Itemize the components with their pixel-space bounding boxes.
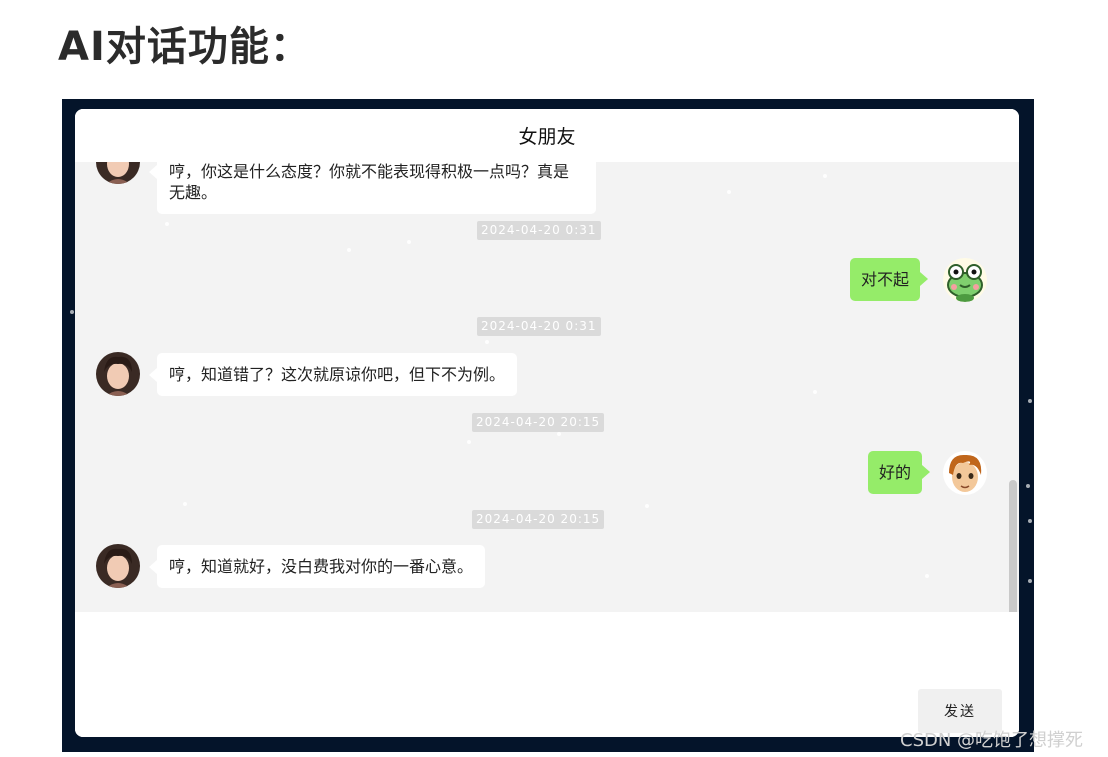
app-frame: 女朋友 哼，你这是什么态度？你就不能表现得积极一点吗？真是无趣。 2024-04… xyxy=(62,99,1034,752)
snow-dot xyxy=(823,174,827,178)
page-heading: AI对话功能： xyxy=(58,24,311,70)
message-bubble: 哼，知道就好，没白费我对你的一番心意。 xyxy=(148,545,486,588)
message-timestamp: 2024-04-20 20:15 xyxy=(472,510,605,529)
snow-dot xyxy=(70,310,74,314)
snow-dot xyxy=(165,222,169,226)
girlfriend-avatar xyxy=(96,162,140,184)
message-bubble: 好的 xyxy=(868,451,931,494)
watermark: CSDN @吃饱了想撑死 xyxy=(900,730,1084,751)
snow-dot xyxy=(1028,519,1032,523)
girl-portrait-icon xyxy=(96,162,140,184)
frog-icon xyxy=(947,264,983,302)
snow-dot xyxy=(347,248,351,252)
girl-portrait-icon xyxy=(96,352,140,396)
cartoon-boy-avatar xyxy=(943,451,987,495)
snow-dot xyxy=(407,240,411,244)
chat-title: 女朋友 xyxy=(75,109,1019,162)
snow-dot xyxy=(1026,484,1030,488)
girlfriend-avatar xyxy=(96,544,140,588)
snow-dot xyxy=(485,340,489,344)
snow-dot xyxy=(645,504,649,508)
snow-dot xyxy=(557,432,561,436)
girl-portrait-icon xyxy=(96,544,140,588)
frog-avatar xyxy=(943,258,987,302)
message-list[interactable]: 哼，你这是什么态度？你就不能表现得积极一点吗？真是无趣。 2024-04-20 … xyxy=(75,162,1019,612)
message-bubble: 哼，知道错了？这次就原谅你吧，但下不为例。 xyxy=(148,353,518,396)
snow-dot xyxy=(183,502,187,506)
message-timestamp: 2024-04-20 0:31 xyxy=(477,221,601,240)
chat-window: 女朋友 哼，你这是什么态度？你就不能表现得积极一点吗？真是无趣。 2024-04… xyxy=(75,109,1019,737)
message-list-scrollbar[interactable] xyxy=(1009,480,1017,612)
message-input[interactable] xyxy=(85,620,909,724)
snow-dot xyxy=(727,190,731,194)
snow-dot xyxy=(813,390,817,394)
snow-dot xyxy=(1028,399,1032,403)
message-timestamp: 2024-04-20 20:15 xyxy=(472,413,605,432)
input-area: 发送 xyxy=(75,612,1019,737)
message-bubble: 哼，你这是什么态度？你就不能表现得积极一点吗？真是无趣。 xyxy=(149,162,596,214)
message-timestamp: 2024-04-20 0:31 xyxy=(477,317,601,336)
snow-dot xyxy=(1028,579,1032,583)
cartoon-boy-icon xyxy=(949,454,982,492)
snow-dot xyxy=(925,574,929,578)
message-bubble: 对不起 xyxy=(850,258,929,301)
snow-dot xyxy=(467,440,471,444)
girlfriend-avatar xyxy=(96,352,140,396)
